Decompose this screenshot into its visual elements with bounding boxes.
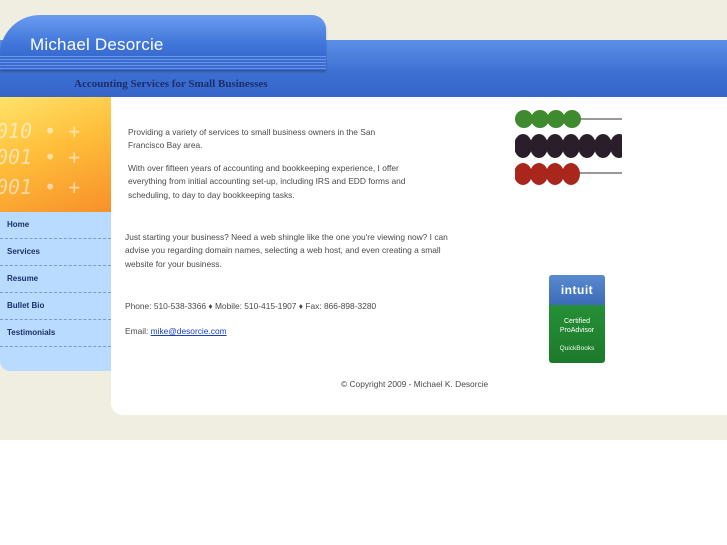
abacus-image <box>515 106 622 187</box>
experience-paragraph: With over fifteen years of accounting an… <box>128 163 406 200</box>
intro-paragraph: Providing a variety of services to small… <box>128 127 376 151</box>
copyright: © Copyright 2009 - Michael K. Desorcie <box>341 379 489 389</box>
email-line: Email: mike@desorcie.com <box>125 325 425 338</box>
digits-row: 010 • + <box>0 119 81 143</box>
site-tagline: Accounting Services for Small Businesses <box>74 78 268 90</box>
digits-row: 001 • + <box>0 175 81 199</box>
sidebar-item-home[interactable]: Home <box>0 212 111 239</box>
badge-line-certified: Certified <box>563 318 591 325</box>
main-content: Providing a variety of services to small… <box>111 97 727 415</box>
digits-row: 001 • + <box>0 145 81 169</box>
contact-line: Phone: 510-538-3366 ♦ Mobile: 510-415-19… <box>125 301 377 311</box>
calculator-digits-image: 010 • + 001 • + 001 • + <box>0 97 111 212</box>
intuit-logo: intuit <box>549 275 605 305</box>
email-label: Email: <box>125 326 151 336</box>
sidebar-item-bullet-bio[interactable]: Bullet Bio <box>0 293 111 320</box>
sidebar-nav: Home Services Resume Bullet Bio Testimon… <box>0 212 111 371</box>
website-paragraph: Just starting your business? Need a web … <box>125 232 448 269</box>
sidebar-item-services[interactable]: Services <box>0 239 111 266</box>
sidebar-item-resume[interactable]: Resume <box>0 266 111 293</box>
tab-stripes <box>0 56 326 70</box>
site-name: Michael Desorcie <box>30 35 164 54</box>
quickbooks-proadvisor-badge[interactable]: intuit Certified ProAdvisor QuickBooks <box>549 275 605 363</box>
badge-quickbooks-text: QuickBooks <box>559 345 595 352</box>
badge-certified-text: Certified ProAdvisor <box>549 305 605 335</box>
email-link[interactable]: mike@desorcie.com <box>151 326 227 336</box>
site-name-tab: Michael Desorcie <box>0 15 326 70</box>
badge-line-proadvisor: ProAdvisor <box>559 327 595 334</box>
sidebar-item-testimonials[interactable]: Testimonials <box>0 320 111 347</box>
